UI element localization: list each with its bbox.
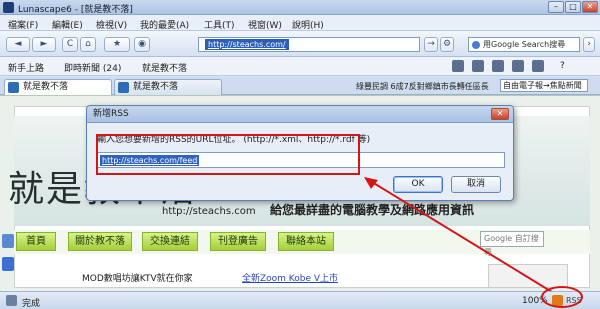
menu-help[interactable]: 說明(H): [292, 18, 324, 31]
maximize-button[interactable]: □: [565, 1, 581, 13]
forward-button[interactable]: ►: [32, 37, 56, 52]
reload-button[interactable]: C: [62, 37, 78, 52]
search-input[interactable]: 用Google Search搜尋: [468, 37, 580, 52]
tab-label: 就是教不落: [23, 82, 69, 92]
favorites-button[interactable]: ★: [104, 37, 130, 52]
status-bar: 完成 100% RSS: [0, 291, 600, 309]
help-icon[interactable]: ?: [560, 61, 565, 71]
nav-contact[interactable]: 聯絡本站: [278, 232, 334, 251]
google-icon: [472, 41, 480, 49]
menu-view[interactable]: 檢視(V): [96, 18, 127, 31]
navigation-toolbar: ◄ ► C ⌂ ★ ◉ http://steachs.com/ → ⚙ 用Goo…: [0, 31, 600, 57]
cancel-button[interactable]: 取消: [451, 176, 501, 193]
toolbar-icon-4[interactable]: [512, 60, 524, 72]
stop-button[interactable]: ◉: [134, 37, 150, 52]
menu-bar: 檔案(F) 編輯(E) 檢視(V) 我的最愛(A) 工具(T) 視窗(W) 說明…: [0, 15, 600, 31]
side-widget: [488, 264, 568, 288]
tab-bar: 就是教不落 就是教不落 綠豐民調 6成7反對鄉鎮市長轉任區長 自由電子報→焦點新…: [0, 77, 600, 95]
address-bar[interactable]: http://steachs.com/: [198, 37, 420, 52]
news-link-2[interactable]: 全新Zoom Kobe V上市: [242, 271, 338, 284]
link-steachs[interactable]: 就是教不落: [142, 61, 187, 74]
nav-about[interactable]: 關於教不落: [68, 232, 132, 251]
ticker-source-select[interactable]: 自由電子報→焦點新聞: [500, 79, 588, 92]
search-go-icon[interactable]: ›: [583, 37, 595, 52]
close-button[interactable]: ✕: [582, 1, 598, 13]
window-title: Lunascape6 - [就是教不落]: [18, 5, 133, 15]
toolbar-icon-5[interactable]: [532, 60, 544, 72]
share-icon[interactable]: [2, 234, 14, 248]
toolbar-icon-2[interactable]: [472, 60, 484, 72]
settings-icon[interactable]: ⚙: [440, 37, 454, 52]
favicon-icon: [8, 82, 19, 93]
nav-links[interactable]: 交換連結: [142, 232, 198, 251]
home-button[interactable]: ⌂: [80, 37, 96, 52]
annotation-circle: [541, 286, 583, 308]
news-link-1[interactable]: MOD數唱坊讓KTV就在你家: [82, 271, 193, 284]
back-button[interactable]: ◄: [6, 37, 30, 52]
ok-button[interactable]: OK: [393, 176, 443, 193]
toolbar-icon-3[interactable]: [492, 60, 504, 72]
tab-label: 就是教不落: [133, 82, 179, 92]
google-custom-search[interactable]: Google 自訂搜尋: [480, 231, 544, 257]
go-button[interactable]: →: [424, 37, 438, 52]
menu-file[interactable]: 檔案(F): [8, 18, 38, 31]
address-input[interactable]: http://steachs.com/: [205, 39, 289, 50]
news-ticker[interactable]: 綠豐民調 6成7反對鄉鎮市長轉任區長: [356, 81, 489, 92]
link-news[interactable]: 即時新聞 (24): [64, 61, 121, 74]
minimize-button[interactable]: –: [548, 1, 564, 13]
tab-steachs-1[interactable]: 就是教不落: [4, 79, 112, 95]
link-newbie[interactable]: 新手上路: [8, 61, 44, 74]
links-bar: 新手上路 即時新聞 (24) 就是教不落 ?: [0, 57, 600, 76]
menu-window[interactable]: 視窗(W): [248, 18, 282, 31]
menu-tools[interactable]: 工具(T): [204, 18, 235, 31]
menu-favorites[interactable]: 我的最愛(A): [140, 18, 189, 31]
annotation-box: [96, 134, 360, 175]
lunascape-icon: [3, 2, 14, 13]
status-icon: [6, 295, 17, 306]
site-slogan: 給您最詳盡的電腦教學及網路應用資訊: [270, 203, 475, 217]
search-placeholder: 用Google Search搜尋: [483, 40, 566, 49]
favicon-icon: [118, 82, 129, 93]
dialog-close-button[interactable]: ✕: [491, 108, 509, 120]
dialog-title: 新增RSS: [87, 106, 513, 123]
nav-home[interactable]: 首頁: [16, 232, 56, 251]
tab-steachs-2[interactable]: 就是教不落: [114, 79, 222, 95]
site-url: http://steachs.com: [162, 206, 256, 217]
toolbar-icon-1[interactable]: [452, 60, 464, 72]
facebook-icon[interactable]: [2, 257, 14, 271]
title-bar: Lunascape6 - [就是教不落] – □ ✕: [0, 0, 600, 15]
status-text: 完成: [22, 299, 41, 309]
nav-ads[interactable]: 刊登廣告: [210, 232, 266, 251]
menu-edit[interactable]: 編輯(E): [52, 18, 83, 31]
